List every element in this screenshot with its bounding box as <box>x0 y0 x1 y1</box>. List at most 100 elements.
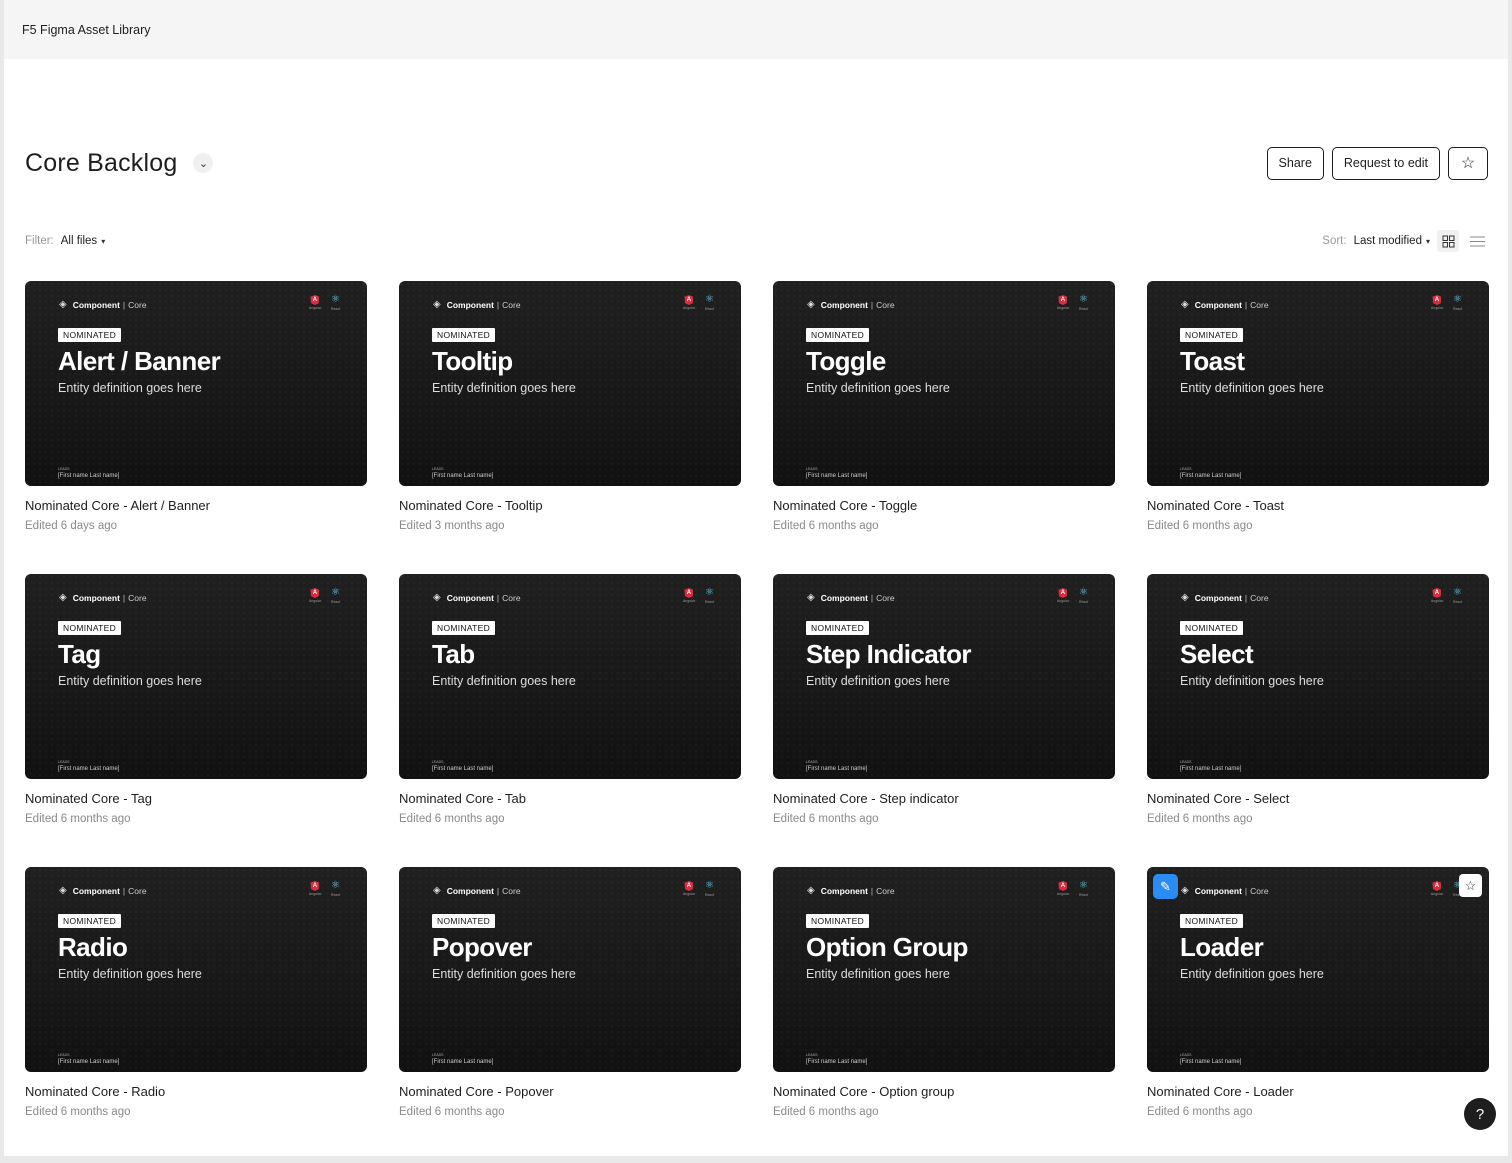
file-name[interactable]: Nominated Core - Select <box>1147 791 1489 806</box>
file-card[interactable]: ◈ Component | Core A Angular ⚛ React NOMIN… <box>773 281 1115 574</box>
file-edited: Edited 6 months ago <box>773 520 879 532</box>
file-name[interactable]: Nominated Core - Tooltip <box>399 498 741 513</box>
thumb-title: Toggle <box>806 346 886 376</box>
nominated-badge: NOMINATED <box>432 328 496 342</box>
thumb-title: Select <box>1180 639 1254 669</box>
leads-name: [First name Last name] <box>1180 473 1242 479</box>
thumb-title: Loader <box>1180 932 1264 962</box>
filter-label: Filter: <box>25 235 54 247</box>
file-name[interactable]: Nominated Core - Step indicator <box>773 791 1115 806</box>
file-card[interactable]: ◈ Component | Core A Angular ⚛ React NOMIN… <box>399 867 741 1156</box>
brand-core: Core <box>128 592 147 603</box>
brand-separator: | <box>496 885 500 896</box>
angular-badge: A Angular <box>683 588 695 604</box>
figma-file-icon[interactable]: ✎ <box>1153 874 1178 899</box>
angular-badge: A Angular <box>683 881 695 897</box>
thumb-title: Alert / Banner <box>58 346 221 376</box>
sort-label: Sort: <box>1322 235 1347 247</box>
app-window: F5 Figma Asset Library Core Backlog ⌄ Sh… <box>4 0 1508 1156</box>
file-card[interactable]: ◈ Component | Core A Angular ⚛ React NOMIN… <box>25 867 367 1156</box>
angular-badge: A Angular <box>309 881 321 897</box>
leads-name: [First name Last name] <box>58 1059 120 1065</box>
angular-label: Angular <box>1430 599 1443 603</box>
nominated-badge: NOMINATED <box>806 914 870 928</box>
thumb-definition: Entity definition goes here <box>806 674 950 688</box>
file-card[interactable]: ◈ Component | Core A Angular ⚛ React NOMIN… <box>25 281 367 574</box>
file-name[interactable]: Nominated Core - Option group <box>773 1084 1115 1099</box>
file-name[interactable]: Nominated Core - Alert / Banner <box>25 498 367 513</box>
thumb-title: Radio <box>58 932 128 962</box>
file-name[interactable]: Nominated Core - Radio <box>25 1084 367 1099</box>
file-name[interactable]: Nominated Core - Toast <box>1147 498 1489 513</box>
react-icon: ⚛ <box>331 294 340 305</box>
page-header: Core Backlog ⌄ Share Request to edit ☆ <box>25 145 1488 181</box>
grid-view-icon[interactable] <box>1437 230 1459 252</box>
framework-icons: A Angular ⚛ React <box>1057 295 1089 312</box>
brand-text: Component <box>446 299 494 310</box>
filter-dropdown[interactable]: All files ▾ <box>61 235 105 247</box>
file-thumbnail: ◈ Component | Core A Angular ⚛ React NOMIN… <box>1147 281 1489 486</box>
leads-label: LEADS <box>806 467 818 471</box>
thumb-definition: Entity definition goes here <box>432 381 576 395</box>
file-card[interactable]: ◈ Component | Core A Angular ⚛ React NOMIN… <box>773 867 1115 1156</box>
sort-dropdown[interactable]: Last modified ▾ <box>1354 235 1430 247</box>
title-menu-chevron-icon[interactable]: ⌄ <box>193 153 214 173</box>
file-card[interactable]: ◈ Component | Core A Angular ⚛ React NOMIN… <box>399 574 741 867</box>
react-icon: ⚛ <box>705 880 714 891</box>
file-name[interactable]: Nominated Core - Tag <box>25 791 367 806</box>
file-name[interactable]: Nominated Core - Loader <box>1147 1084 1489 1099</box>
file-name[interactable]: Nominated Core - Popover <box>399 1084 741 1099</box>
nominated-badge: NOMINATED <box>58 621 122 635</box>
file-card[interactable]: ◈ Component | Core A Angular ⚛ React NOMIN… <box>773 574 1115 867</box>
thumb-brand: ◈ Component | Core <box>807 299 895 310</box>
brand-separator: | <box>1244 592 1248 603</box>
help-button[interactable]: ? <box>1464 1098 1496 1130</box>
brand-core: Core <box>1250 885 1269 896</box>
angular-label: Angular <box>682 892 695 896</box>
angular-badge: A Angular <box>309 588 321 604</box>
brand-separator: | <box>870 299 874 310</box>
star-icon[interactable]: ☆ <box>1459 874 1482 897</box>
leads-label: LEADS <box>432 1053 444 1057</box>
file-thumbnail: ◈ Component | Core A Angular ⚛ React NOMIN… <box>1147 574 1489 779</box>
file-card[interactable]: ◈ Component | Core A Angular ⚛ React NOMIN… <box>25 574 367 867</box>
file-card[interactable]: ◈ Component | Core A Angular ⚛ React NOMIN… <box>1147 574 1489 867</box>
nominated-badge: NOMINATED <box>58 914 122 928</box>
angular-badge: A Angular <box>683 295 695 311</box>
thumb-brand: ◈ Component | Core <box>433 592 521 603</box>
file-edited: Edited 6 months ago <box>25 813 131 825</box>
file-card[interactable]: ◈ Component | Core A Angular ⚛ React NOMIN… <box>1147 281 1489 574</box>
request-to-edit-button[interactable]: Request to edit <box>1331 146 1440 180</box>
nominated-badge: NOMINATED <box>432 914 496 928</box>
component-icon: ◈ <box>807 299 815 310</box>
angular-label: Angular <box>308 599 321 603</box>
list-view-icon[interactable] <box>1466 230 1488 252</box>
chevron-down-icon: ▾ <box>1425 237 1430 246</box>
react-label: React <box>1078 307 1089 311</box>
leads-label: LEADS <box>1180 1053 1192 1057</box>
leads-name: [First name Last name] <box>432 473 494 479</box>
share-button[interactable]: Share <box>1266 146 1324 180</box>
angular-icon: A <box>684 295 694 305</box>
file-card[interactable]: ◈ Component | Core A Angular ⚛ React NOMIN… <box>399 281 741 574</box>
file-edited: Edited 3 months ago <box>399 520 505 532</box>
file-name[interactable]: Nominated Core - Tab <box>399 791 741 806</box>
angular-icon: A <box>684 881 694 891</box>
file-name[interactable]: Nominated Core - Toggle <box>773 498 1115 513</box>
angular-icon: A <box>1058 881 1068 891</box>
favorite-star-icon[interactable]: ☆ <box>1448 146 1488 180</box>
file-card[interactable]: ✎ ☆ ◈ Component | Core A Angular ⚛ React NO… <box>1147 867 1489 1156</box>
leads-name: [First name Last name] <box>1180 766 1242 772</box>
leads-label: LEADS <box>58 467 70 471</box>
brand-core: Core <box>502 885 521 896</box>
brand-text: Component <box>446 885 494 896</box>
react-badge: ⚛ React <box>704 880 715 898</box>
thumb-title: Tooltip <box>432 346 513 376</box>
angular-badge: A Angular <box>1431 588 1443 604</box>
filter-bar: Filter: All files ▾ Sort: Last modified ▾ <box>25 230 1488 252</box>
sort-value: Last modified <box>1353 235 1422 247</box>
react-label: React <box>704 600 715 604</box>
react-icon: ⚛ <box>705 587 714 598</box>
thumb-brand: ◈ Component | Core <box>1181 299 1269 310</box>
framework-icons: A Angular ⚛ React <box>1057 881 1089 898</box>
